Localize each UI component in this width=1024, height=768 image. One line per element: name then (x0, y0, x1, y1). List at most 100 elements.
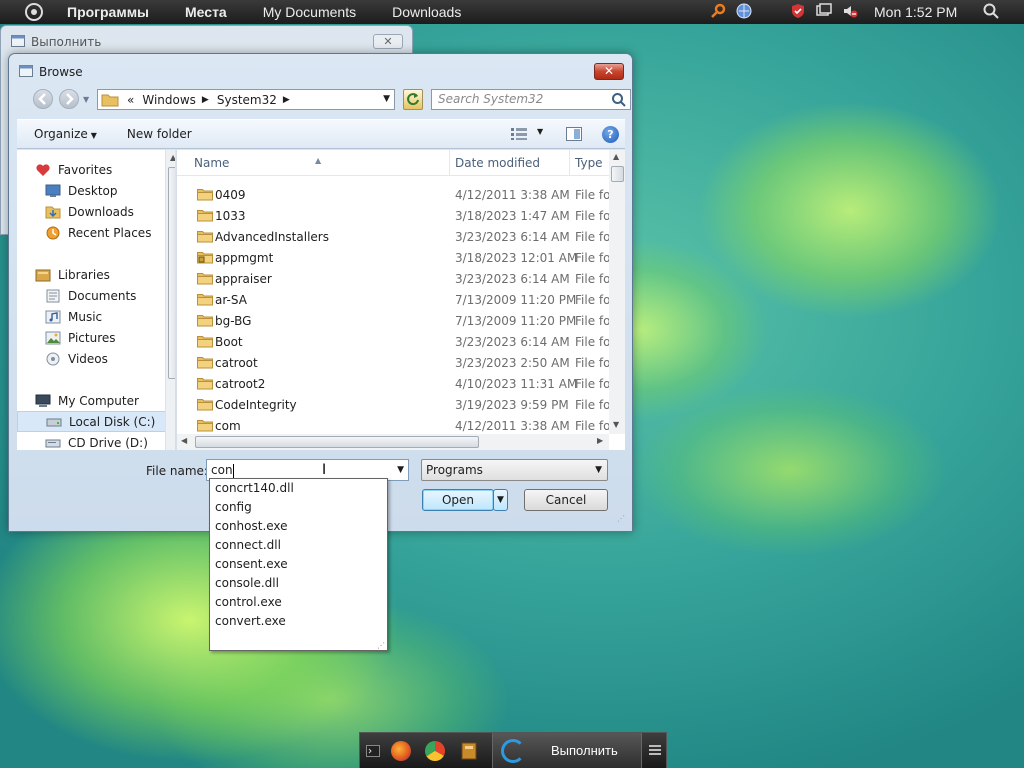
refresh-button[interactable] (403, 89, 423, 110)
address-root-chevron[interactable]: « (127, 93, 134, 107)
back-button[interactable] (33, 89, 53, 109)
archive-icon[interactable] (461, 742, 477, 763)
shield-icon[interactable] (790, 3, 806, 19)
search-icon[interactable] (983, 3, 999, 19)
file-row[interactable]: Boot 3/23/2023 6:14 AM File fol (177, 331, 614, 352)
autocomplete-item[interactable]: console.dll (215, 574, 279, 593)
nav-libraries[interactable]: Libraries (17, 264, 167, 285)
key-icon[interactable] (710, 3, 726, 19)
nav-pane-scrollbar[interactable]: ▲ (165, 150, 175, 450)
nav-cd-drive[interactable]: CD Drive (D:) (17, 432, 167, 450)
autocomplete-item[interactable]: connect.dll (215, 536, 281, 555)
view-options-icon[interactable] (511, 128, 527, 143)
firefox-icon[interactable] (391, 741, 411, 761)
taskbar-run-window[interactable]: Выполнить (492, 733, 642, 768)
address-bar[interactable]: « Windows ▶ System32 ▶ ▼ (97, 89, 395, 110)
taskbar-menu-icon[interactable] (649, 745, 661, 755)
menu-places[interactable]: Места (185, 4, 227, 20)
file-row[interactable]: 0409 4/12/2011 3:38 AM File fol (177, 184, 614, 205)
menu-downloads[interactable]: Downloads (392, 4, 461, 20)
help-icon[interactable]: ? (602, 126, 619, 143)
address-segment-system32[interactable]: System32 (217, 93, 277, 107)
terminal-icon[interactable] (366, 745, 380, 760)
nav-scroll-up-icon[interactable]: ▲ (170, 153, 175, 162)
address-separator-icon[interactable]: ▶ (283, 95, 290, 105)
preview-pane-icon[interactable] (566, 127, 582, 141)
column-separator[interactable] (449, 150, 450, 176)
nav-recent-places[interactable]: Recent Places (17, 222, 167, 243)
scroll-left-icon[interactable]: ◀ (181, 436, 187, 445)
autocomplete-item[interactable]: convert.exe (215, 612, 286, 631)
file-type-dropdown-icon[interactable]: ▼ (595, 460, 602, 480)
windows-icon[interactable] (816, 3, 832, 19)
file-row[interactable]: catroot2 4/10/2023 11:31 AM File fol (177, 373, 614, 394)
nav-favorites[interactable]: Favorites (17, 159, 167, 180)
file-name: AdvancedInstallers (215, 230, 329, 244)
column-type[interactable]: Type (575, 156, 603, 170)
scroll-up-icon[interactable]: ▲ (613, 152, 619, 161)
file-date: 3/18/2023 12:01 AM (455, 251, 578, 265)
open-button[interactable]: Open (422, 489, 494, 511)
file-row[interactable]: appmgmt 3/18/2023 12:01 AM File fol (177, 247, 614, 268)
nav-my-computer[interactable]: My Computer (17, 390, 167, 411)
file-row[interactable]: CodeIntegrity 3/19/2023 9:59 PM File fol (177, 394, 614, 415)
scroll-right-icon[interactable]: ▶ (597, 436, 603, 445)
autocomplete-item[interactable]: concrt140.dll (215, 479, 294, 498)
view-dropdown-icon[interactable]: ▼ (537, 127, 543, 136)
new-folder-button[interactable]: New folder (127, 127, 192, 141)
nav-videos[interactable]: Videos (17, 348, 167, 369)
resize-grip-icon[interactable]: ⋰ (617, 514, 625, 523)
file-list-vertical-scrollbar[interactable]: ▲ ▼ (609, 150, 625, 434)
search-input[interactable]: Search System32 (431, 89, 631, 110)
chrome-icon[interactable] (425, 741, 445, 761)
autocomplete-item[interactable]: conhost.exe (215, 517, 288, 536)
organize-button[interactable]: Organize ▼ (34, 127, 97, 141)
run-close-button[interactable]: ✕ (373, 34, 403, 49)
folder-icon (197, 210, 213, 222)
scroll-down-icon[interactable]: ▼ (613, 420, 619, 429)
vertical-scroll-thumb[interactable] (611, 166, 624, 182)
volume-muted-icon[interactable] (842, 3, 858, 19)
autocomplete-item[interactable]: control.exe (215, 593, 282, 612)
nav-documents[interactable]: Documents (17, 285, 167, 306)
file-row[interactable]: com 4/12/2011 3:38 AM File fol (177, 415, 614, 436)
search-icon[interactable] (611, 92, 627, 108)
address-dropdown-icon[interactable]: ▼ (383, 94, 390, 104)
nav-music[interactable]: Music (17, 306, 167, 327)
file-row[interactable]: catroot 3/23/2023 2:50 AM File fol (177, 352, 614, 373)
column-date-modified[interactable]: Date modified (455, 156, 540, 170)
nav-pictures[interactable]: Pictures (17, 327, 167, 348)
file-row[interactable]: ar-SA 7/13/2009 11:20 PM File fol (177, 289, 614, 310)
open-options-dropdown-icon[interactable]: ▼ (493, 489, 508, 511)
menu-programs[interactable]: Программы (67, 4, 149, 20)
autocomplete-item[interactable]: config (215, 498, 252, 517)
menu-orb-icon[interactable] (25, 3, 43, 21)
column-separator[interactable] (569, 150, 570, 176)
close-button[interactable]: ✕ (594, 63, 624, 80)
network-globe-icon[interactable] (736, 3, 752, 19)
file-list-horizontal-scrollbar[interactable]: ◀ ▶ (177, 434, 609, 450)
nav-scroll-thumb[interactable] (168, 167, 175, 379)
autocomplete-resize-grip-icon[interactable]: ⋰ (377, 641, 385, 650)
address-segment-windows[interactable]: Windows (142, 93, 196, 107)
nav-downloads[interactable]: Downloads (17, 201, 167, 222)
forward-button[interactable] (59, 89, 79, 109)
file-type-select[interactable]: Programs ▼ (421, 459, 608, 481)
column-name[interactable]: Name (194, 156, 229, 170)
address-separator-icon[interactable]: ▶ (202, 95, 209, 105)
file-row[interactable]: 1033 3/18/2023 1:47 AM File fol (177, 205, 614, 226)
menu-my-documents[interactable]: My Documents (263, 4, 356, 20)
recent-pages-chevron-icon[interactable]: ▼ (83, 95, 89, 104)
nav-desktop[interactable]: Desktop (17, 180, 167, 201)
clock[interactable]: Mon 1:52 PM (874, 4, 957, 20)
file-row[interactable]: appraiser 3/23/2023 6:14 AM File fol (177, 268, 614, 289)
file-row[interactable]: AdvancedInstallers 3/23/2023 6:14 AM File … (177, 226, 614, 247)
nav-local-disk[interactable]: Local Disk (C:) (17, 411, 167, 432)
folder-icon (197, 315, 213, 327)
autocomplete-item[interactable]: consent.exe (215, 555, 288, 574)
file-row[interactable]: bg-BG 7/13/2009 11:20 PM File fol (177, 310, 614, 331)
file-type: File fol (575, 314, 614, 328)
horizontal-scroll-thumb[interactable] (195, 436, 479, 448)
file-name-dropdown-icon[interactable]: ▼ (397, 460, 404, 480)
cancel-button[interactable]: Cancel (524, 489, 608, 511)
